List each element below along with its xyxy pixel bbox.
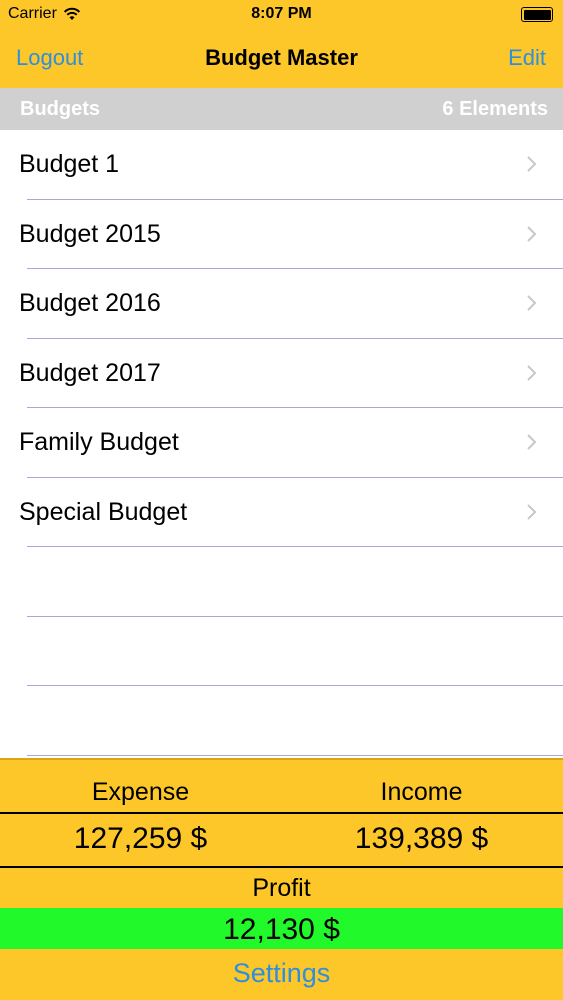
section-header: Budgets 6 Elements — [0, 88, 563, 130]
profit-bar: 12,130 $ — [0, 908, 563, 949]
chevron-right-icon — [527, 295, 537, 311]
income-label: Income — [380, 778, 463, 806]
section-count: 6 Elements — [442, 98, 548, 120]
summary-values: 127,259 $ 139,389 $ — [0, 812, 563, 868]
battery-icon — [521, 7, 553, 22]
profit-label: Profit — [252, 874, 311, 902]
settings-button[interactable]: Settings — [0, 958, 563, 989]
empty-row — [27, 547, 563, 617]
top-bar: Carrier 8:07 PM Logout Budget Master Edi… — [0, 0, 563, 88]
empty-row — [27, 686, 563, 756]
budget-row[interactable]: Budget 2015 — [19, 200, 563, 269]
income-value: 139,389 $ — [354, 822, 489, 855]
chevron-right-icon — [527, 503, 537, 520]
budget-label: Budget 2016 — [19, 289, 161, 317]
budget-row[interactable]: Budget 2017 — [19, 339, 563, 408]
budget-row[interactable]: Budget 2016 — [19, 269, 563, 339]
status-bar: Carrier 8:07 PM — [0, 0, 563, 30]
budget-label: Special Budget — [19, 497, 188, 526]
empty-row — [27, 617, 563, 686]
chevron-right-icon — [527, 434, 537, 450]
budget-label: Budget 1 — [19, 150, 120, 178]
navigation-bar: Logout Budget Master Edit — [0, 30, 563, 88]
section-title: Budgets — [20, 98, 100, 120]
budget-list: Budget 1 Budget 2015 Budget 2016 Budget … — [0, 130, 563, 756]
expense-value: 127,259 $ — [73, 822, 208, 855]
edit-button[interactable]: Edit — [508, 45, 546, 71]
budget-label: Budget 2017 — [19, 358, 161, 387]
profit-value: 12,130 $ — [223, 913, 340, 946]
budget-row[interactable]: Budget 1 — [19, 130, 563, 200]
budget-label: Budget 2015 — [19, 219, 161, 248]
summary-panel: Expense Income 127,259 $ 139,389 $ Profi… — [0, 758, 563, 1000]
page-title: Budget Master — [205, 45, 358, 70]
status-time: 8:07 PM — [251, 5, 312, 22]
budget-row[interactable]: Special Budget — [19, 478, 563, 547]
expense-label: Expense — [91, 778, 190, 806]
chevron-right-icon — [527, 364, 537, 381]
chevron-right-icon — [527, 225, 537, 242]
budget-row[interactable]: Family Budget — [19, 408, 563, 478]
chevron-right-icon — [527, 156, 537, 172]
summary-header: Expense Income — [0, 758, 563, 812]
budget-label: Family Budget — [19, 428, 179, 456]
